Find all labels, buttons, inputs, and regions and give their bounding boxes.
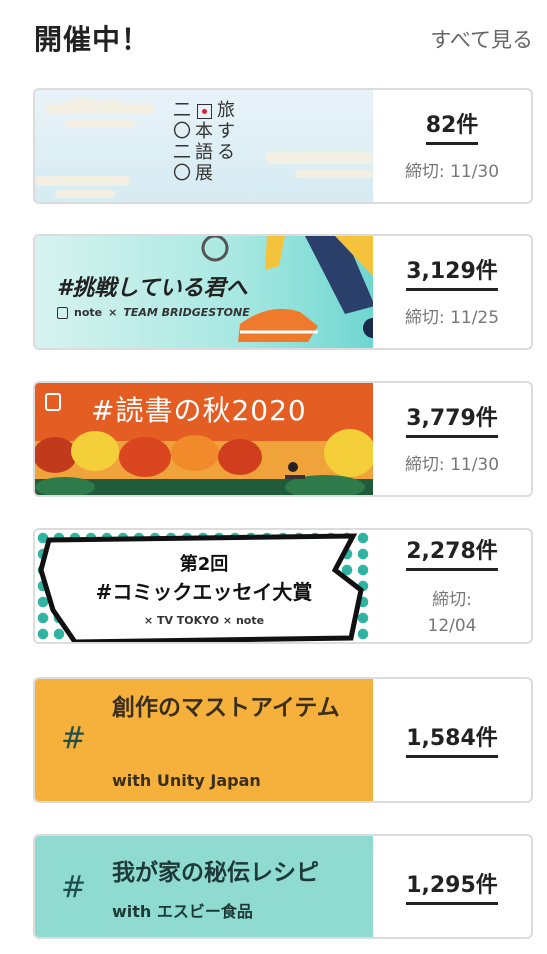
grid-char: 二 (173, 142, 191, 163)
grid-char: 展 (195, 163, 213, 184)
entry-count[interactable]: 1,584件 (406, 725, 498, 758)
deadline: 締切: 11/30 (404, 162, 500, 182)
banner-hashtag: #挑戦している君へ (57, 276, 248, 301)
hashtag-icon: # (61, 721, 87, 756)
flag-box-icon (196, 103, 212, 119)
see-all-link[interactable]: すべて見る (430, 24, 533, 54)
banner-title-grid: 二 旅 〇 本 す 二 語 る 〇 展 (171, 100, 251, 184)
contest-meta: 3,779件 締切: 11/30 (373, 383, 531, 495)
contest-card[interactable]: 二 旅 〇 本 す 二 語 る 〇 展 82件 締切: 11/30 (33, 88, 533, 204)
banner-subtitle: with Unity Japan (112, 771, 261, 790)
hashtag-icon: # (61, 870, 87, 905)
grid-char: 〇 (173, 163, 191, 184)
contest-banner: 二 旅 〇 本 す 二 語 る 〇 展 (35, 90, 373, 202)
banner-hashtag: #コミックエッセイ大賞 (95, 580, 313, 604)
contest-card[interactable]: # 我が家の秘伝レシピ with エスビー食品 1,295件 (33, 834, 533, 939)
entry-count[interactable]: 82件 (425, 112, 479, 145)
section-header: 開催中！ すべて見る (0, 0, 547, 78)
grid-char: 本 (195, 121, 213, 142)
banner-title: 創作のマストアイテム (112, 695, 340, 721)
banner-hashtag: #読書の秋2020 (91, 394, 307, 427)
partner-logo: TEAM BRIDGESTONE (123, 306, 250, 319)
contest-card[interactable]: #読書の秋2020 3,779件 締切: 11/30 (33, 381, 533, 497)
deadline: 締切: 11/30 (404, 455, 500, 475)
note-logo-icon (57, 306, 68, 319)
entry-count[interactable]: 3,779件 (406, 405, 498, 438)
contest-meta: 2,278件 締切: 12/04 (373, 530, 531, 642)
contest-meta: 82件 締切: 11/30 (373, 90, 531, 202)
grid-char: る (217, 142, 235, 163)
deadline-date: 12/04 (427, 616, 477, 636)
banner-logos: × TV TOKYO × note (143, 614, 265, 627)
entry-count[interactable]: 2,278件 (406, 538, 498, 571)
entry-count[interactable]: 3,129件 (406, 258, 498, 291)
deadline: 締切: 11/25 (404, 308, 500, 328)
entry-count[interactable]: 1,295件 (406, 872, 498, 905)
deadline-label: 締切: (432, 590, 472, 610)
cross-sign: × (108, 306, 118, 319)
contest-meta: 1,584件 (373, 679, 531, 801)
note-logo-icon (45, 393, 61, 411)
contest-card[interactable]: #挑戦している君へ note × TEAM BRIDGESTONE 3,129件… (33, 234, 533, 350)
banner-title: 我が家の秘伝レシピ (112, 860, 319, 886)
contest-meta: 3,129件 締切: 11/25 (373, 236, 531, 348)
grid-char: 旅 (217, 100, 235, 121)
note-logo-text: note (74, 306, 103, 319)
grid-char: 〇 (173, 121, 191, 142)
section-title: 開催中！ (34, 23, 151, 56)
contest-banner: 第2回 #コミックエッセイ大賞 × TV TOKYO × note (35, 530, 373, 642)
contest-card[interactable]: 第2回 #コミックエッセイ大賞 × TV TOKYO × note 2,278件… (33, 528, 533, 644)
banner-subtitle: with エスビー食品 (112, 902, 253, 921)
contest-banner: # 創作のマストアイテム with Unity Japan (35, 679, 373, 801)
grid-char: 二 (173, 100, 191, 121)
grid-char: 語 (195, 142, 213, 163)
contest-meta: 1,295件 (373, 836, 531, 937)
contest-banner: #読書の秋2020 (35, 383, 373, 495)
banner-logos: note × TEAM BRIDGESTONE (57, 306, 250, 319)
banner-edition: 第2回 (179, 554, 229, 575)
contest-banner: # 我が家の秘伝レシピ with エスビー食品 (35, 836, 373, 937)
grid-char: す (217, 121, 235, 142)
contest-card[interactable]: # 創作のマストアイテム with Unity Japan 1,584件 (33, 677, 533, 803)
contest-banner: #挑戦している君へ note × TEAM BRIDGESTONE (35, 236, 373, 348)
